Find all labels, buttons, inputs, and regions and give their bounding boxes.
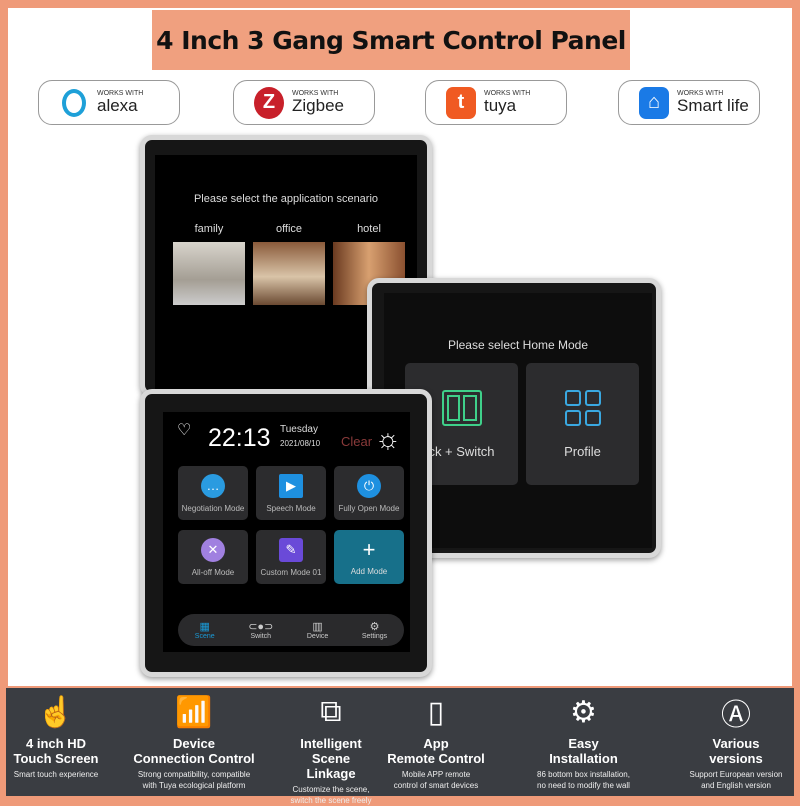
feature-title: versions — [709, 751, 763, 766]
feature-subtitle: Customize the scene, — [292, 785, 370, 794]
feature-subtitle: Mobile APP remote — [401, 770, 471, 779]
zigbee-icon: Z — [254, 86, 284, 119]
badge-name: Zigbee — [292, 96, 344, 115]
bottom-nav: ▦ Scene ⊂●⊃ Switch ▥ Device ⚙ Settings — [178, 614, 404, 646]
scenario-label: hotel — [357, 223, 381, 235]
device-icon: ▥ — [312, 621, 323, 633]
feature-touch-screen: ☝ 4 inch HD Touch Screen Smart touch experi… — [6, 688, 106, 796]
home-mode-label: Profile — [564, 443, 601, 459]
feature-device-connection: 📶 Device Connection Control Strong compatib… — [124, 688, 264, 796]
mode-tile[interactable]: ▶ Speech Mode — [256, 466, 326, 520]
badge-tuya: t WORKS WITH tuya — [425, 80, 567, 125]
badge-zigbee: Z WORKS WITH Zigbee — [233, 80, 375, 125]
grid-icon: ▦ — [199, 621, 210, 633]
feature-app-remote: ▯ App Remote Control Mobile APP remote contr… — [386, 688, 486, 796]
feature-title: Connection Control — [133, 751, 255, 766]
gear-screwdriver-icon: ⚙ — [570, 695, 597, 729]
clock-date: 2021/08/10 — [280, 439, 321, 448]
feature-subtitle: with Tuya ecological platform — [142, 781, 246, 790]
nav-label: Scene — [194, 633, 215, 640]
nav-switch[interactable]: ⊂●⊃ Switch — [248, 620, 273, 640]
mode-tile[interactable]: ⏻ Fully Open Mode — [334, 466, 404, 520]
badge-smart-life: ⌂ WORKS WITH Smart life — [618, 80, 760, 125]
mode-tile[interactable]: … Negotiation Mode — [178, 466, 248, 520]
nav-device[interactable]: ▥ Device — [307, 620, 328, 640]
feature-subtitle: Strong compatibility, compatible — [137, 770, 251, 779]
nav-settings[interactable]: ⚙ Settings — [362, 620, 387, 640]
tuya-icon: t — [446, 86, 476, 119]
scenario-office-image[interactable] — [253, 242, 325, 305]
mode-label: Fully Open Mode — [338, 503, 400, 513]
clock-time: 22:13 — [208, 424, 271, 452]
mode-label: All-off Mode — [191, 567, 235, 577]
badge-name: Smart life — [677, 96, 749, 115]
nav-label: Settings — [361, 633, 388, 640]
feature-title: Remote Control — [387, 751, 485, 766]
feature-subtitle: control of smart devices — [393, 781, 479, 790]
feature-various-versions: Ⓐ Various versions Support European version… — [678, 688, 794, 796]
mode-tile[interactable]: ✕ All-off Mode — [178, 530, 248, 584]
switch-icon — [441, 389, 482, 426]
mode-label: Custom Mode 01 — [260, 567, 322, 577]
feature-title: Device — [173, 736, 215, 751]
touch-hand-icon: ☝ — [37, 695, 75, 729]
nav-label: Device — [306, 633, 329, 640]
feature-subtitle: Smart touch experience — [13, 770, 99, 779]
letter-a-circle-icon: Ⓐ — [721, 699, 751, 732]
scenario-label: office — [275, 223, 303, 235]
overlapping-panels-icon: ⧉ — [320, 695, 342, 728]
mode-label: Add Mode — [350, 566, 388, 576]
badge-name: tuya — [484, 96, 517, 115]
feature-title: Scene Linkage — [306, 751, 356, 781]
plus-icon: + — [362, 536, 376, 562]
presentation-icon: ▶ — [279, 473, 303, 498]
nav-label: Switch — [250, 633, 272, 640]
gear-icon: ⚙ — [369, 621, 380, 633]
mode-tile[interactable]: ✎ Custom Mode 01 — [256, 530, 326, 584]
mode-label: Speech Mode — [266, 503, 316, 513]
wifi-phone-icon: 📶 — [175, 695, 213, 729]
mode-label: Negotiation Mode — [181, 503, 245, 513]
feature-subtitle: no need to modify the wall — [537, 781, 630, 790]
feature-scene-linkage: ⧉ Intelligent Scene Linkage Customize the s… — [286, 688, 376, 805]
feature-subtitle: switch the scene freely — [290, 796, 372, 805]
feature-title: Installation — [549, 751, 618, 766]
feature-easy-installation: ⚙ Easy Installation 86 bottom box installat… — [526, 688, 641, 796]
alexa-ring-icon — [59, 86, 89, 119]
pencil-icon: ✎ — [279, 537, 303, 562]
scenario-label: family — [194, 223, 224, 235]
feature-title: Touch Screen — [13, 751, 99, 766]
add-mode-button[interactable]: + Add Mode — [334, 530, 404, 584]
badge-alexa: WORKS WITH alexa — [38, 80, 180, 125]
badge-name: alexa — [97, 96, 138, 115]
home-mode-prompt: Please select Home Mode — [447, 338, 589, 352]
feature-title: Easy — [568, 736, 599, 751]
clock-day: Tuesday — [280, 424, 318, 435]
heart-icon[interactable]: ♡ — [177, 420, 191, 440]
feature-subtitle: and English version — [701, 781, 771, 790]
chat-icon: … — [201, 473, 225, 498]
feature-title: App — [423, 736, 449, 751]
feature-subtitle: Support European version — [689, 770, 783, 779]
feature-title: 4 inch HD — [26, 736, 86, 751]
home-mode-profile[interactable]: Profile — [526, 363, 639, 485]
close-icon: ✕ — [201, 537, 225, 562]
sun-icon: ☼ — [375, 423, 401, 454]
scene-panel: ♡ 22:13 Tuesday 2021/08/10 Clear ☼ … Nego… — [140, 389, 432, 677]
weather-text: Clear — [341, 434, 373, 449]
grid-icon — [564, 389, 601, 426]
scenario-family-image[interactable] — [173, 242, 245, 305]
phone-icon: ▯ — [427, 695, 445, 729]
nav-scene[interactable]: ▦ Scene — [195, 620, 215, 640]
power-icon: ⏻ — [357, 473, 381, 498]
scenario-prompt: Please select the application scenario — [193, 193, 379, 205]
feature-subtitle: 86 bottom box installation, — [537, 770, 630, 779]
page-title: 4 Inch 3 Gang Smart Control Panel — [152, 10, 630, 70]
feature-strip: ☝ 4 inch HD Touch Screen Smart touch experi… — [6, 688, 794, 805]
smart-life-house-icon: ⌂ — [639, 86, 669, 119]
toggle-icon: ⊂●⊃ — [248, 621, 274, 633]
feature-title: Various — [712, 736, 760, 751]
home-mode-label: ck + Switch — [428, 443, 495, 459]
feature-title: Intelligent — [300, 736, 362, 751]
